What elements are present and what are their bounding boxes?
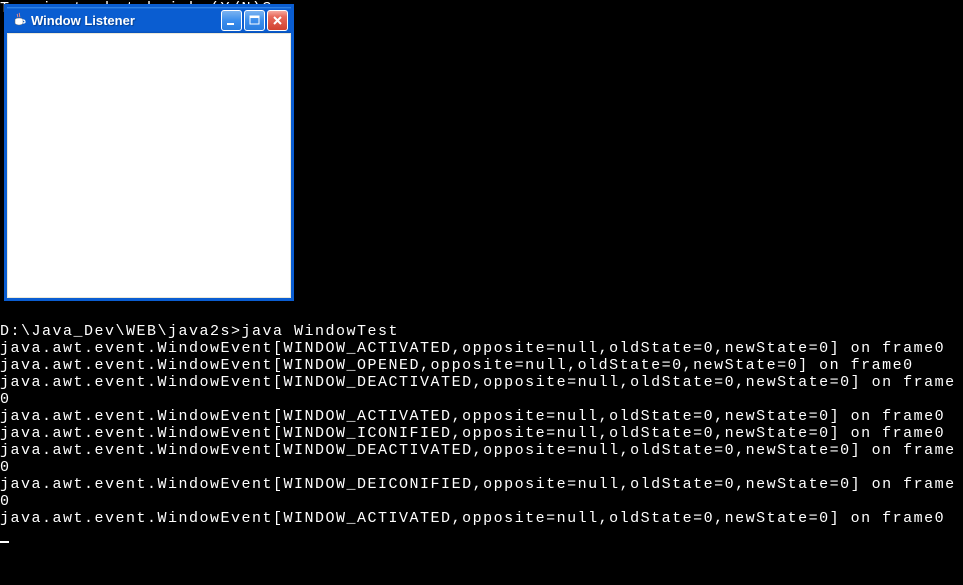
terminal-line: java.awt.event.WindowEvent[WINDOW_DEICON… [0, 476, 956, 510]
java-coffee-icon [11, 12, 27, 28]
terminal-output[interactable]: D:\Java_Dev\WEB\java2s>java WindowTest j… [0, 306, 963, 544]
terminal-line: java.awt.event.WindowEvent[WINDOW_ACTIVA… [0, 510, 945, 527]
terminal-line: java.awt.event.WindowEvent[WINDOW_ACTIVA… [0, 408, 945, 425]
titlebar-buttons [221, 10, 288, 31]
terminal-line: java.awt.event.WindowEvent[WINDOW_DEACTI… [0, 374, 956, 408]
terminal-prompt: D:\Java_Dev\WEB\java2s>java WindowTest [0, 323, 399, 340]
terminal-line: java.awt.event.WindowEvent[WINDOW_DEACTI… [0, 442, 956, 476]
window-title: Window Listener [31, 13, 221, 28]
java-window[interactable]: Window Listener [4, 4, 294, 301]
minimize-button[interactable] [221, 10, 242, 31]
titlebar[interactable]: Window Listener [7, 7, 291, 33]
terminal-line: java.awt.event.WindowEvent[WINDOW_ACTIVA… [0, 340, 945, 357]
window-content-area[interactable] [7, 33, 291, 298]
terminal-line: java.awt.event.WindowEvent[WINDOW_OPENED… [0, 357, 914, 374]
terminal-cursor [0, 541, 9, 543]
maximize-button[interactable] [244, 10, 265, 31]
terminal-line: java.awt.event.WindowEvent[WINDOW_ICONIF… [0, 425, 945, 442]
close-button[interactable] [267, 10, 288, 31]
